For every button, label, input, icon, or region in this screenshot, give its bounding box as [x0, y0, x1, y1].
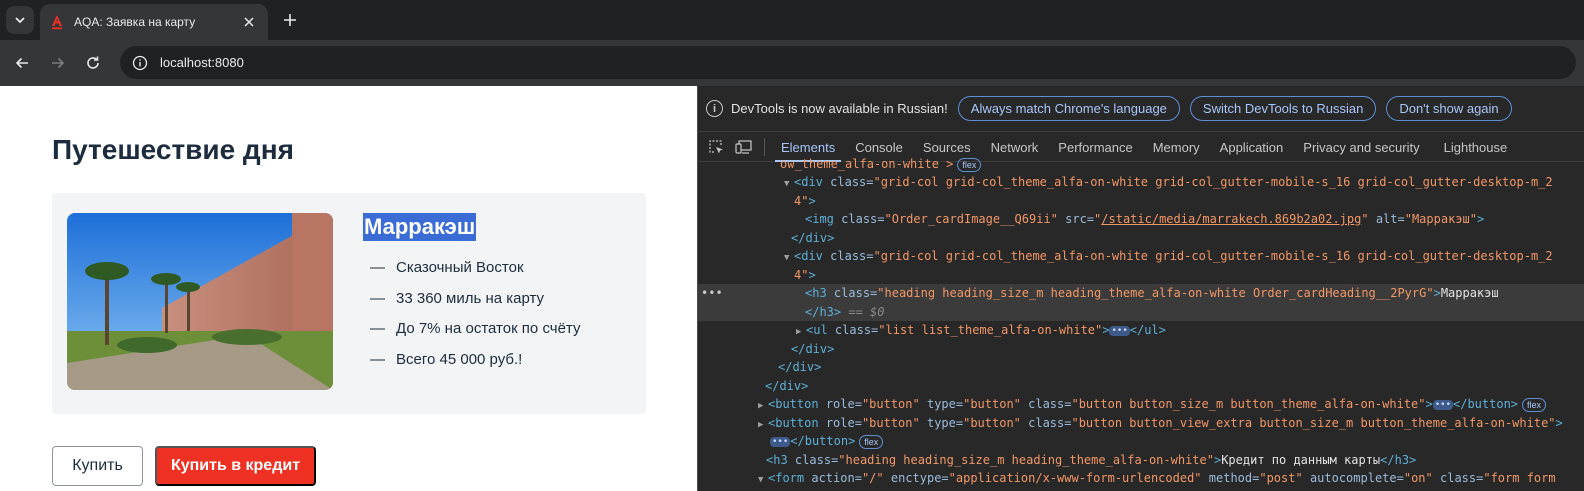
browser-tab[interactable]: AQA: Заявка на карту — [40, 4, 268, 40]
inspect-element-button[interactable] — [702, 133, 730, 161]
url-text: localhost:8080 — [160, 55, 244, 70]
dom-line[interactable]: 4"> — [794, 266, 1584, 285]
info-icon — [132, 55, 148, 70]
site-info-button[interactable] — [128, 51, 152, 75]
toolbar-divider — [764, 138, 765, 156]
dom-line[interactable]: ▶ <button role="button" type="button" cla… — [758, 414, 1584, 433]
expand-triangle-icon[interactable]: ▼ — [784, 249, 794, 268]
forward-button[interactable] — [45, 50, 71, 76]
info-icon: i — [706, 100, 723, 117]
devtools-panel: i DevTools is now available in Russian! … — [697, 86, 1584, 491]
back-button[interactable] — [9, 50, 35, 76]
address-bar[interactable]: localhost:8080 — [120, 46, 1576, 79]
list-item: — До 7% на остаток по счёту — [370, 320, 581, 337]
dom-line[interactable]: <img class="Order_cardImage__Q69ii" src=… — [805, 210, 1584, 229]
page-title: Путешествие дня — [52, 134, 294, 165]
buy-credit-button[interactable]: Купить в кредит — [155, 446, 316, 486]
more-actions-icon[interactable]: ••• — [701, 284, 723, 303]
ellipsis-badge[interactable]: ••• — [770, 436, 791, 447]
tab-strip: AQA: Заявка на карту — [0, 0, 1584, 40]
switch-russian-button[interactable]: Switch DevTools to Russian — [1189, 96, 1377, 121]
tab-search-button[interactable] — [6, 6, 34, 34]
dom-line[interactable]: ▶ <button role="button" type="button" cla… — [758, 395, 1584, 414]
new-tab-button[interactable] — [278, 8, 302, 32]
dom-line[interactable]: ow_theme_alfa-on-white > flex — [780, 155, 1584, 174]
dom-line[interactable]: ▼ <form action="/" enctype="application/x… — [758, 469, 1584, 488]
dom-line[interactable]: <h3 class="heading heading_size_m headin… — [766, 451, 1584, 470]
card-features-list: — Сказочный Восток —33 360 миль на карту … — [370, 253, 580, 375]
dom-line[interactable]: ▶ <ul class="list list_theme_alfa-on-whit… — [796, 321, 1584, 340]
reload-icon — [87, 56, 99, 69]
collapse-triangle-icon[interactable]: ▶ — [758, 416, 768, 435]
tab-title: AQA: Заявка на карту — [74, 15, 196, 29]
img-src-link[interactable]: /static/media/marrakech.869b2a02.jpg — [1101, 212, 1361, 226]
dom-line[interactable]: </div> — [765, 377, 1584, 396]
dont-show-again-button[interactable]: Don't show again — [1386, 96, 1512, 121]
devtools-language-infobar: i DevTools is now available in Russian! … — [698, 86, 1584, 132]
list-item: —33 360 миль на карту — [370, 289, 545, 307]
arrow-right-icon — [52, 57, 65, 69]
dom-tree: ow_theme_alfa-on-white > flex ▼ <div class… — [698, 157, 1584, 491]
plus-icon — [284, 14, 296, 26]
list-item: — Всего 45 000 руб.! — [370, 350, 523, 368]
dom-line-selected[interactable]: ••• <h3 class="heading heading_size_m he… — [698, 284, 1584, 321]
flex-badge[interactable]: flex — [859, 434, 884, 449]
page-viewport: Путешествие дня Марракэш — Сказочный Вос… — [0, 86, 697, 491]
tab-close-button[interactable] — [240, 13, 258, 31]
dom-line[interactable]: </div> — [791, 340, 1584, 359]
ellipsis-badge[interactable]: ••• — [1432, 399, 1453, 410]
close-icon — [244, 17, 254, 27]
arrow-left-icon — [15, 57, 28, 69]
dom-line[interactable]: ••• </button> flex — [770, 432, 1584, 451]
device-icon — [735, 140, 752, 154]
expand-triangle-icon[interactable]: ▼ — [784, 175, 794, 194]
card-heading: Марракэш — [363, 213, 477, 241]
list-item: — Сказочный Восток — [370, 259, 524, 276]
dom-line[interactable]: </div> — [778, 358, 1584, 377]
inspect-icon — [709, 140, 723, 154]
marrakech-image — [67, 213, 333, 390]
buy-button[interactable]: Купить — [52, 446, 143, 486]
infobar-message: DevTools is now available in Russian! — [731, 101, 948, 116]
match-language-button[interactable]: Always match Chrome's language — [957, 96, 1180, 121]
flex-badge[interactable]: flex — [1522, 397, 1547, 412]
dom-line[interactable]: ▼ <div class="grid-col grid-col_theme_alf… — [784, 173, 1584, 192]
alfa-logo-icon — [52, 15, 62, 30]
browser-toolbar: localhost:8080 — [0, 40, 1584, 86]
marrakech-photo — [67, 213, 333, 390]
reload-button[interactable] — [80, 50, 106, 76]
device-toolbar-button[interactable] — [730, 133, 758, 161]
dom-line[interactable]: 4"> — [794, 192, 1584, 211]
flex-badge[interactable]: flex — [957, 157, 982, 172]
chevron-down-icon — [15, 17, 25, 24]
travel-card: Марракэш — Сказочный Восток —33 360 миль … — [52, 193, 646, 414]
ellipsis-badge[interactable]: ••• — [1109, 325, 1130, 336]
dom-line[interactable]: </div> — [791, 229, 1584, 248]
expand-triangle-icon[interactable]: ▼ — [758, 471, 768, 490]
dom-line[interactable]: ▼ <div class="grid-col grid-col_theme_alf… — [784, 247, 1584, 266]
